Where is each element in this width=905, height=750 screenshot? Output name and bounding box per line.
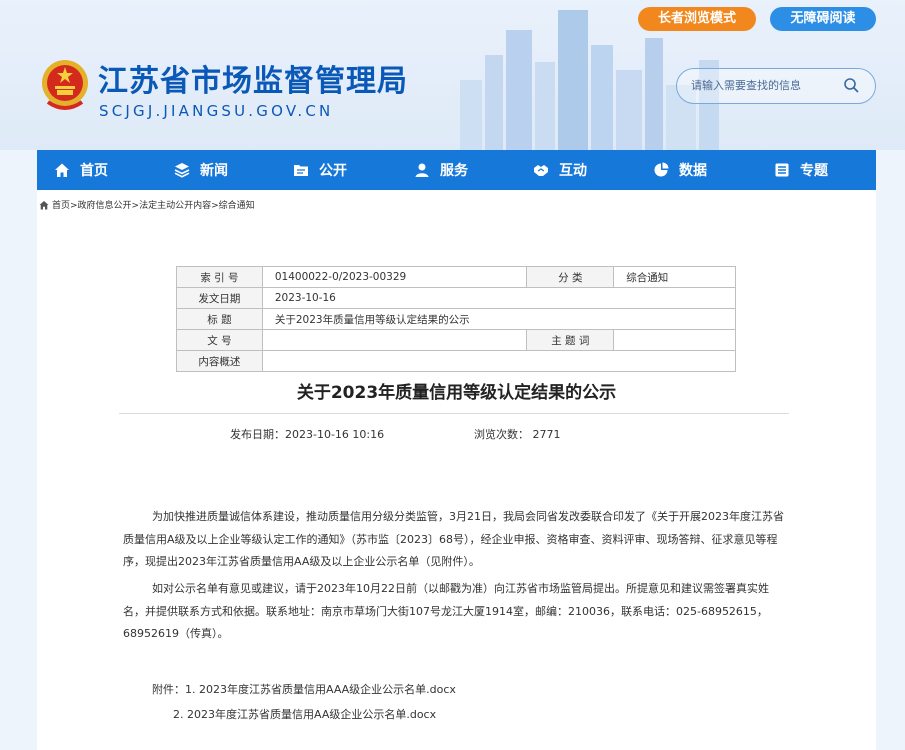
nav-item-interaction[interactable]: 互动	[533, 150, 587, 190]
nav-label: 服务	[440, 163, 468, 179]
article-paragraph: 如对公示名单有意见或建议，请于2023年10月22日前（以邮戳为准）向江苏省市场…	[123, 582, 769, 640]
breadcrumb-text[interactable]: 首页>政府信息公开>法定主动公开内容>综合通知	[52, 198, 255, 211]
nav-label: 互动	[559, 163, 587, 179]
home-icon	[39, 200, 49, 209]
article-title: 关于2023年质量信用等级认定结果的公示	[296, 383, 617, 403]
search-input[interactable]	[691, 76, 839, 94]
site-header: 江苏省市场监督管理局 SCJGJ.JIANGSU.GOV.CN 长者浏览模式 无…	[0, 0, 905, 150]
nav-item-service[interactable]: 服务	[414, 150, 468, 190]
nav-item-open[interactable]: 公开	[293, 150, 347, 190]
nav-label: 公开	[319, 163, 347, 179]
subject-label: 主 题 词	[526, 329, 615, 351]
title-divider	[119, 413, 789, 414]
category-label: 分 类	[526, 266, 615, 288]
site-name: 江苏省市场监督管理局	[98, 64, 408, 99]
nav-label: 专题	[800, 163, 828, 179]
index-value: 01400022-0/2023-00329	[261, 266, 528, 288]
user-service-icon	[415, 163, 429, 177]
main-nav: 首页 新闻 公开 服务 互动 数据 专题	[37, 150, 876, 190]
summary-label: 内容概述	[176, 350, 263, 372]
index-label: 索 引 号	[176, 266, 263, 288]
nav-item-data[interactable]: 数据	[653, 150, 707, 190]
pie-chart-icon	[654, 162, 669, 177]
docno-label: 文 号	[176, 329, 263, 351]
article-paragraph: 为加快推进质量诚信体系建设，推动质量信用分级分类监管，3月21日，我局会同省发改…	[123, 510, 784, 568]
summary-value	[261, 350, 737, 372]
subject-value	[613, 329, 736, 351]
attachment-link[interactable]: 附件：1. 2023年度江苏省质量信用AAA级企业公示名单.docx	[152, 681, 456, 697]
nav-item-topics[interactable]: 专题	[774, 150, 828, 190]
elder-mode-button[interactable]: 长者浏览模式	[638, 7, 756, 31]
list-icon	[775, 163, 789, 177]
docno-value	[261, 329, 528, 351]
folder-icon	[294, 165, 308, 176]
national-emblem-logo	[42, 60, 88, 110]
nav-label: 首页	[80, 163, 108, 179]
publish-date: 发布日期：2023-10-16 10:16	[230, 428, 385, 441]
handshake-icon	[534, 165, 548, 176]
layers-icon	[174, 163, 190, 178]
title-value: 关于2023年质量信用等级认定结果的公示	[261, 308, 737, 330]
view-count: 浏览次数： 2771	[474, 428, 561, 441]
search-icon[interactable]	[843, 77, 859, 93]
site-domain: SCJGJ.JIANGSU.GOV.CN	[99, 102, 334, 120]
breadcrumb: 首页>政府信息公开>法定主动公开内容>综合通知	[39, 198, 255, 211]
document-meta-table: 索 引 号 01400022-0/2023-00329 分 类 综合通知 发文日…	[176, 266, 737, 372]
date-label: 发文日期	[176, 287, 263, 309]
accessibility-button[interactable]: 无障碍阅读	[770, 7, 876, 31]
nav-item-home[interactable]: 首页	[54, 150, 108, 190]
nav-label: 数据	[679, 163, 707, 179]
search-box	[676, 68, 876, 104]
date-value: 2023-10-16	[261, 287, 737, 309]
title-label: 标 题	[176, 308, 263, 330]
nav-label: 新闻	[200, 163, 228, 179]
category-value: 综合通知	[613, 266, 736, 288]
main-content: 首页>政府信息公开>法定主动公开内容>综合通知 索 引 号 01400022-0…	[37, 190, 876, 750]
home-icon	[55, 163, 69, 177]
nav-item-news[interactable]: 新闻	[174, 150, 228, 190]
attachment-link[interactable]: 2. 2023年度江苏省质量信用AA级企业公示名单.docx	[173, 706, 436, 722]
